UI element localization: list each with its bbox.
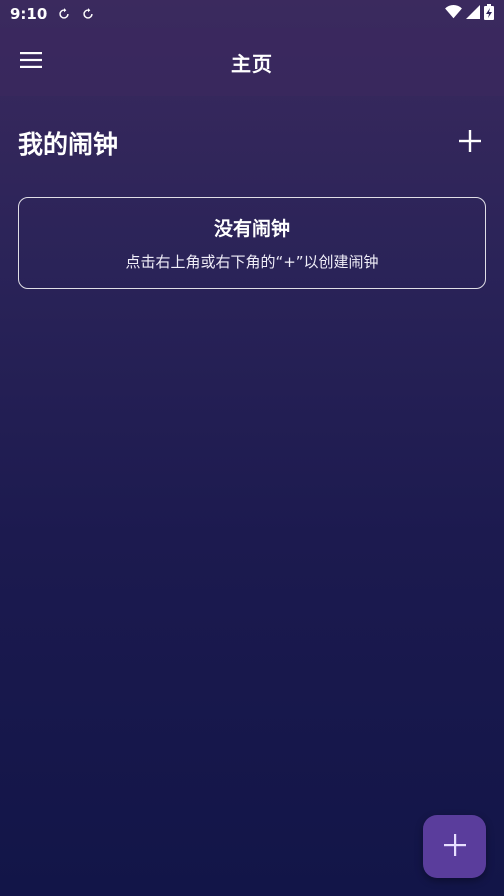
empty-state-hint: 点击右上角或右下角的“+”以创建闹钟 — [125, 253, 379, 271]
menu-button[interactable] — [14, 45, 48, 79]
hamburger-menu-icon — [20, 52, 42, 72]
status-time: 9:10 — [10, 5, 48, 23]
section-header: 我的闹钟 — [18, 118, 486, 168]
empty-state-card: 没有闹钟 点击右上角或右下角的“+”以创建闹钟 — [18, 197, 486, 289]
battery-charging-icon — [484, 4, 494, 24]
section-title: 我的闹钟 — [18, 130, 119, 159]
signal-icon — [466, 5, 480, 23]
sync-icon — [55, 5, 73, 23]
wifi-icon — [445, 5, 462, 23]
app-bar: 主页 — [0, 28, 504, 96]
add-alarm-fab[interactable] — [423, 815, 486, 878]
status-bar: 9:10 — [0, 0, 504, 28]
status-indicators — [445, 4, 494, 24]
add-alarm-button[interactable] — [452, 125, 488, 161]
plus-icon — [443, 833, 467, 861]
sync-icon — [79, 5, 97, 23]
empty-state-title: 没有闹钟 — [213, 218, 290, 240]
plus-icon — [458, 129, 482, 157]
page-title: 主页 — [231, 51, 273, 76]
